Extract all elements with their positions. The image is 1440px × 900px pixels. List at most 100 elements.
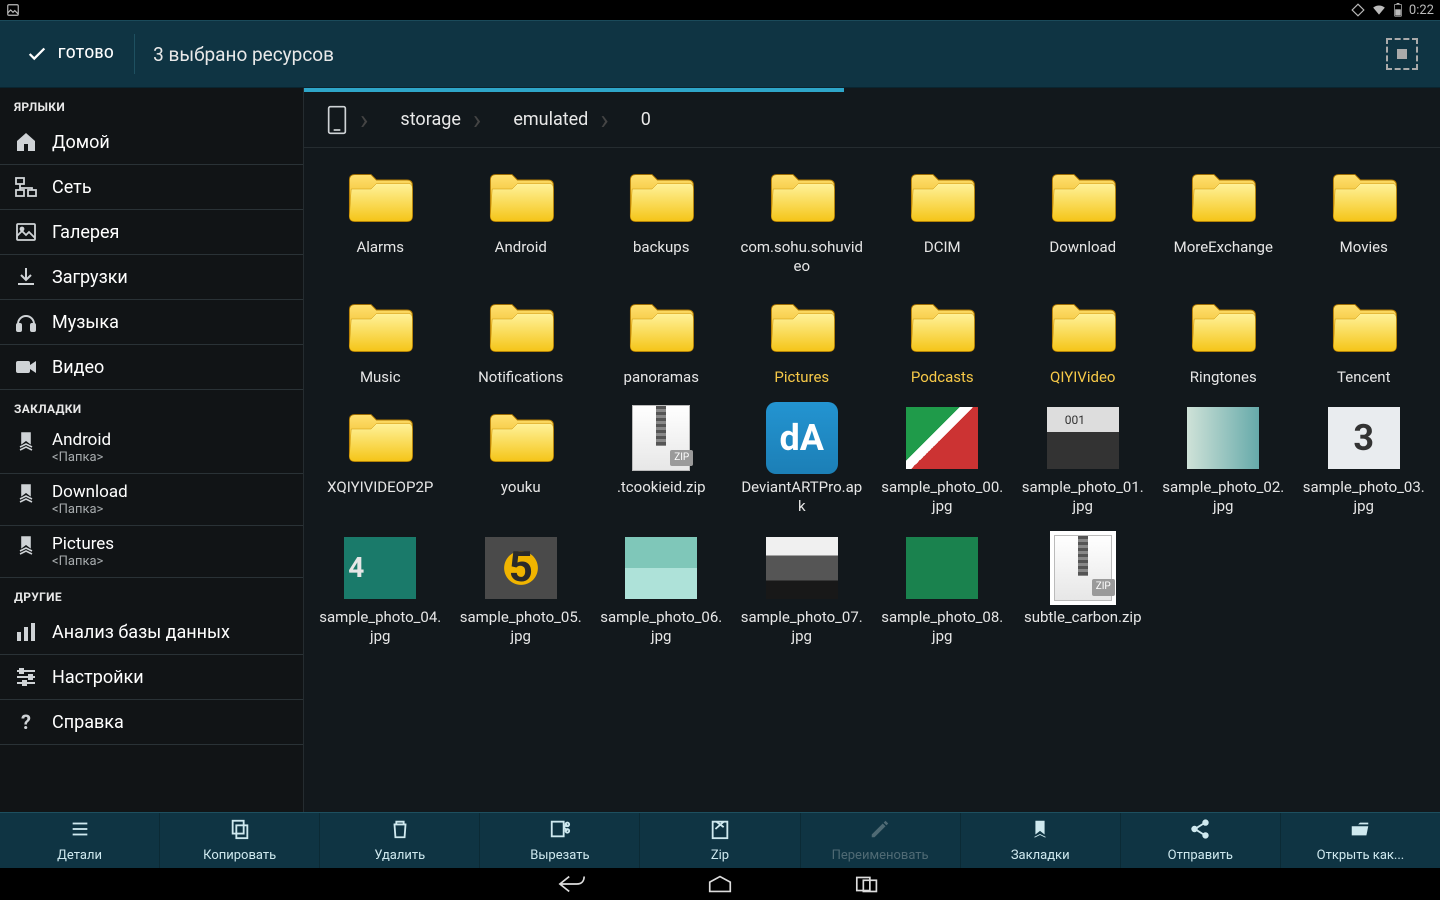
- image-item[interactable]: sample_photo_02.jpg: [1153, 400, 1294, 520]
- item-thumb: [1187, 164, 1259, 232]
- select-all-button[interactable]: [1386, 38, 1418, 70]
- share-icon: [1189, 818, 1211, 844]
- breadcrumb-emulated[interactable]: emulated: [497, 100, 624, 140]
- item-label: sample_photo_00.jpg: [880, 478, 1004, 516]
- action-label: Закладки: [1011, 848, 1070, 863]
- zip-item[interactable]: ZIP.tcookieid.zip: [591, 400, 732, 520]
- item-thumb: ZIP: [1047, 534, 1119, 602]
- item-thumb: [625, 534, 697, 602]
- image-item[interactable]: sample_photo_06.jpg: [591, 530, 732, 650]
- item-label: Alarms: [356, 238, 404, 257]
- bookmark-item-download[interactable]: Download<Папка>: [0, 474, 303, 526]
- item-thumb: [485, 164, 557, 232]
- bookmark-folder-icon: [14, 534, 38, 562]
- back-button[interactable]: [558, 874, 586, 894]
- folder-item[interactable]: Alarms: [310, 160, 451, 280]
- network-icon: [14, 175, 38, 199]
- sidebar-item-видео[interactable]: Видео: [0, 345, 303, 390]
- sidebar-item-settings[interactable]: Настройки: [0, 655, 303, 700]
- image-item[interactable]: 4sample_photo_04.jpg: [310, 530, 451, 650]
- sidebar-item-label: Настройки: [52, 667, 144, 688]
- breadcrumb-0[interactable]: 0: [625, 100, 667, 140]
- bookmark-label: Download: [52, 482, 128, 502]
- action-zip[interactable]: Zip: [639, 813, 799, 868]
- folder-item[interactable]: Ringtones: [1153, 290, 1294, 391]
- image-item[interactable]: 5sample_photo_05.jpg: [451, 530, 592, 650]
- folder-item[interactable]: Music: [310, 290, 451, 391]
- item-thumb: [625, 294, 697, 362]
- image-thumbnail: 3: [1328, 407, 1400, 469]
- folder-item[interactable]: Podcasts: [872, 290, 1013, 391]
- image-thumbnail: [1187, 407, 1259, 469]
- item-thumb: ZIP: [625, 404, 697, 472]
- done-button[interactable]: ГОТОВО: [12, 21, 128, 87]
- bookmark-item-android[interactable]: Android<Папка>: [0, 422, 303, 474]
- folder-item[interactable]: youku: [451, 400, 592, 520]
- action-delete[interactable]: Удалить: [319, 813, 479, 868]
- done-label: ГОТОВО: [58, 46, 114, 62]
- home-icon: [14, 130, 38, 154]
- sidebar-item-музыка[interactable]: Музыка: [0, 300, 303, 345]
- action-label: Отправить: [1168, 848, 1233, 863]
- item-label: Podcasts: [911, 368, 974, 387]
- image-item[interactable]: sample_photo_01.jpg: [1013, 400, 1154, 520]
- folder-item[interactable]: com.sohu.sohuvideo: [732, 160, 873, 280]
- action-bookmark[interactable]: Закладки: [960, 813, 1120, 868]
- image-thumbnail: [1047, 407, 1119, 469]
- action-open-as[interactable]: Открыть как...: [1280, 813, 1440, 868]
- image-item[interactable]: sample_photo_08.jpg: [872, 530, 1013, 650]
- breadcrumb-storage[interactable]: storage: [384, 100, 497, 140]
- folder-item[interactable]: Android: [451, 160, 592, 280]
- sidebar-item-галерея[interactable]: Галерея: [0, 210, 303, 255]
- folder-item[interactable]: QIYIVideo: [1013, 290, 1154, 391]
- sidebar-item-help[interactable]: ?Справка: [0, 700, 303, 745]
- item-label: sample_photo_02.jpg: [1161, 478, 1285, 516]
- item-label: DCIM: [924, 238, 961, 257]
- folder-item[interactable]: backups: [591, 160, 732, 280]
- action-bar: ГОТОВО 3 выбрано ресурсов: [0, 20, 1440, 88]
- folder-item[interactable]: Movies: [1294, 160, 1435, 280]
- home-button[interactable]: [706, 874, 734, 894]
- sidebar-header-bookmarks: ЗАКЛАДКИ: [0, 390, 303, 422]
- clock: 0:22: [1409, 3, 1434, 18]
- image-item[interactable]: sample_photo_07.jpg: [732, 530, 873, 650]
- gallery-icon: [14, 220, 38, 244]
- sidebar-item-сеть[interactable]: Сеть: [0, 165, 303, 210]
- image-thumbnail: [906, 537, 978, 599]
- action-copy[interactable]: Копировать: [159, 813, 319, 868]
- action-details[interactable]: Детали: [0, 813, 159, 868]
- image-item[interactable]: sample_photo_00.jpg: [872, 400, 1013, 520]
- sidebar-item-analytics[interactable]: Анализ базы данных: [0, 610, 303, 655]
- folder-item[interactable]: Tencent: [1294, 290, 1435, 391]
- divider: [134, 34, 135, 74]
- item-thumb: dA: [766, 404, 838, 472]
- action-share[interactable]: Отправить: [1120, 813, 1280, 868]
- file-grid[interactable]: Alarms Androidbackupscom.sohu.sohuvideo DC…: [304, 148, 1440, 812]
- zip-item[interactable]: ZIP subtle_carbon.zip: [1013, 530, 1154, 650]
- zip-icon: [709, 818, 731, 844]
- sidebar-item-домой[interactable]: Домой: [0, 120, 303, 165]
- app-item[interactable]: dADeviantARTPro.apk: [732, 400, 873, 520]
- sidebar-item-загрузки[interactable]: Загрузки: [0, 255, 303, 300]
- action-label: Вырезать: [530, 848, 589, 863]
- action-cut[interactable]: Вырезать: [479, 813, 639, 868]
- device-icon: [326, 105, 348, 135]
- folder-item[interactable]: Notifications: [451, 290, 592, 391]
- item-thumb: [766, 294, 838, 362]
- sidebar-header-other: ДРУГИЕ: [0, 578, 303, 610]
- folder-item[interactable]: Download: [1013, 160, 1154, 280]
- item-label: Pictures: [774, 368, 829, 387]
- item-thumb: [344, 294, 416, 362]
- folder-item[interactable]: Pictures: [732, 290, 873, 391]
- folder-item[interactable]: panoramas: [591, 290, 732, 391]
- recent-button[interactable]: [854, 874, 882, 894]
- rename-icon: [869, 818, 891, 844]
- breadcrumb-device[interactable]: [310, 100, 384, 140]
- item-thumb: [344, 164, 416, 232]
- item-label: subtle_carbon.zip: [1024, 608, 1142, 627]
- image-item[interactable]: 3sample_photo_03.jpg: [1294, 400, 1435, 520]
- folder-item[interactable]: DCIM: [872, 160, 1013, 280]
- folder-item[interactable]: MoreExchange: [1153, 160, 1294, 280]
- folder-item[interactable]: XQIYIVIDEOP2P: [310, 400, 451, 520]
- bookmark-item-pictures[interactable]: Pictures<Папка>: [0, 526, 303, 578]
